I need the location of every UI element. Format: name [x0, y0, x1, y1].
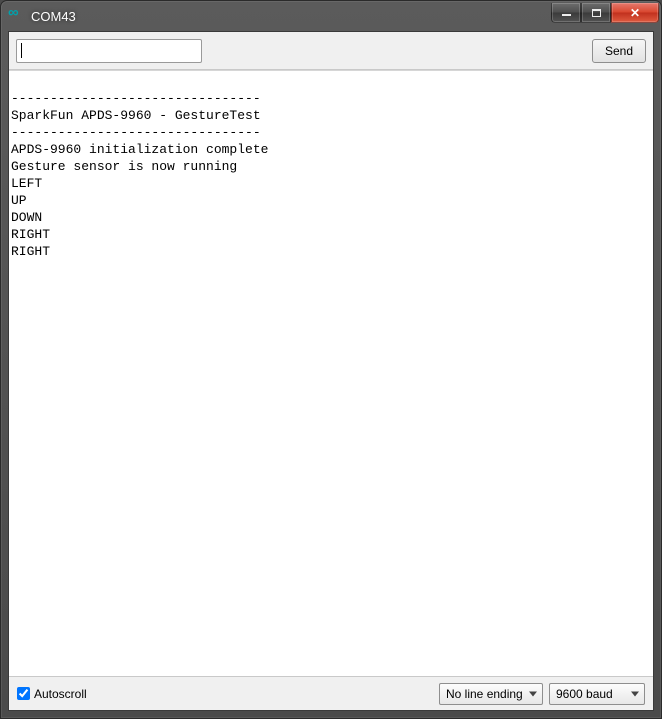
baud-rate-value: 9600 baud [556, 687, 613, 701]
baud-rate-select[interactable]: 9600 baud [549, 683, 645, 705]
serial-output[interactable]: -------------------------------- SparkFu… [9, 70, 653, 676]
minimize-button[interactable] [551, 3, 581, 23]
send-button[interactable]: Send [592, 39, 646, 63]
chevron-down-icon [529, 691, 537, 696]
send-input[interactable] [16, 39, 202, 63]
line-ending-select[interactable]: No line ending [439, 683, 543, 705]
window-controls: ✕ [551, 3, 659, 23]
chevron-down-icon [631, 691, 639, 696]
autoscroll-label: Autoscroll [34, 687, 87, 701]
autoscroll-checkbox[interactable] [17, 687, 30, 700]
autoscroll-control[interactable]: Autoscroll [17, 687, 433, 701]
titlebar[interactable]: COM43 ✕ [1, 1, 661, 31]
serial-monitor-window: COM43 ✕ Send ---------------------------… [0, 0, 662, 719]
close-button[interactable]: ✕ [611, 3, 659, 23]
arduino-icon [9, 8, 25, 24]
window-title: COM43 [31, 9, 551, 24]
maximize-button[interactable] [581, 3, 611, 23]
footer-row: Autoscroll No line ending 9600 baud [9, 676, 653, 710]
send-input-wrap [16, 39, 586, 63]
send-row: Send [9, 32, 653, 70]
line-ending-value: No line ending [446, 687, 523, 701]
client-area: Send -------------------------------- Sp… [8, 31, 654, 711]
